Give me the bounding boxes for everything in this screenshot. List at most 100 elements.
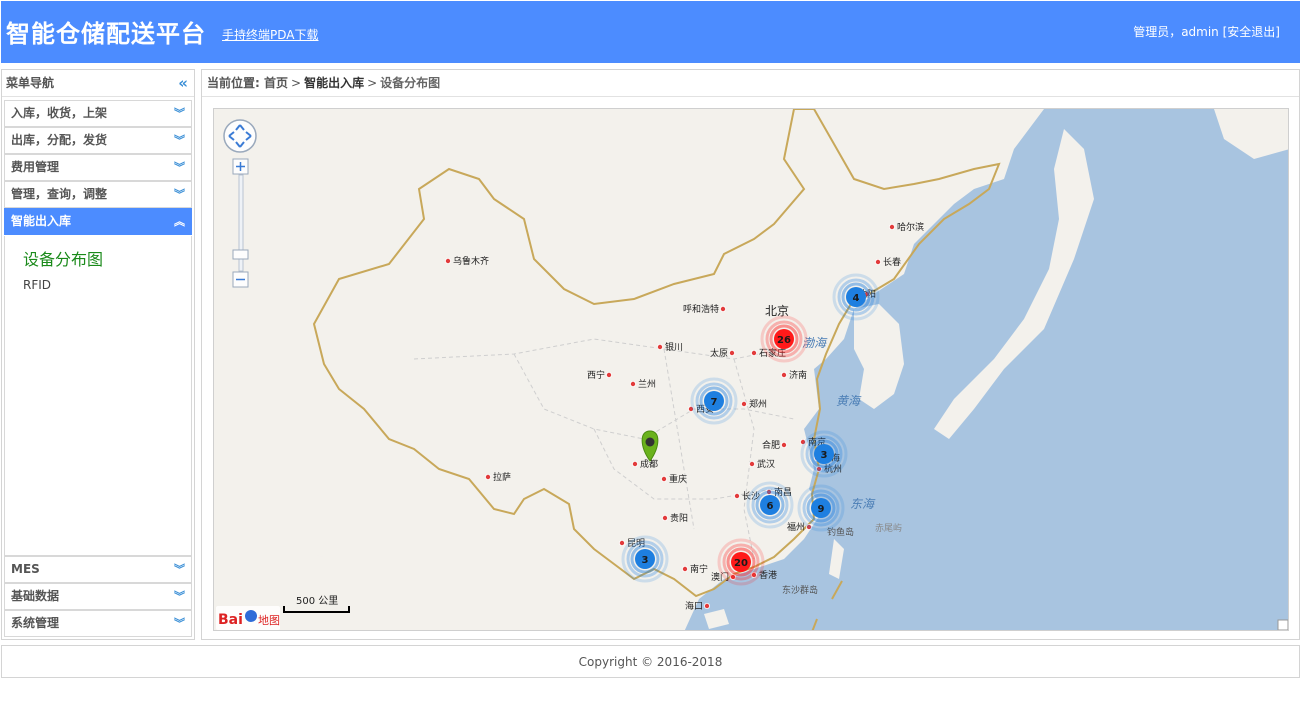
city-label: 哈尔滨 — [897, 221, 924, 233]
logout-link[interactable]: [安全退出] — [1223, 25, 1280, 39]
cluster-count: 3 — [821, 450, 828, 461]
city-dot — [444, 257, 451, 264]
nav-item-outbound[interactable]: 出库，分配，发货 ︾ — [4, 127, 192, 154]
chevron-down-icon: ︾ — [174, 617, 185, 630]
cluster-count: 20 — [734, 558, 748, 569]
app-title: 智能仓储配送平台 — [6, 20, 206, 48]
city-label: 银川 — [665, 341, 683, 353]
city-dot — [749, 460, 756, 467]
chevron-up-icon: ︽ — [174, 215, 185, 228]
baidu-logo: Bai 地图 — [216, 606, 280, 630]
breadcrumb: 当前位置: 首页 > 智能出入库 > 设备分布图 — [202, 70, 1299, 97]
cluster-count: 26 — [777, 335, 791, 346]
nav-item-mes[interactable]: MES ︾ — [4, 556, 192, 583]
nav-item-label: 智能出入库 — [11, 214, 72, 228]
city-label: 济南 — [789, 369, 807, 381]
city-label: 兰州 — [638, 378, 656, 390]
breadcrumb-section[interactable]: 智能出入库 — [304, 76, 364, 90]
city-label: 郑州 — [749, 398, 767, 410]
city-dot — [681, 565, 688, 572]
chevron-down-icon: ︾ — [174, 161, 185, 174]
nav-item-system[interactable]: 系统管理 ︾ — [4, 610, 192, 637]
map-zoom-in-button[interactable] — [232, 158, 249, 175]
breadcrumb-current: 设备分布图 — [380, 76, 441, 90]
city-label: 拉萨 — [493, 471, 511, 483]
submenu-item-rfid[interactable]: RFID — [23, 278, 51, 292]
city-dot — [781, 441, 788, 448]
nav-item-smart-inout[interactable]: 智能出入库 ︽ — [4, 208, 192, 235]
nav-item-label: 系统管理 — [11, 616, 60, 630]
city-label: 贵阳 — [670, 512, 688, 524]
nav-item-label: MES — [11, 562, 40, 576]
city-dot — [751, 349, 758, 356]
nav-item-basic-data[interactable]: 基础数据 ︾ — [4, 583, 192, 610]
logo-text: Bai — [218, 612, 243, 628]
city-label: 长春 — [883, 256, 901, 268]
user-name: 管理员，admin — [1133, 25, 1219, 39]
map-zoom-out-button[interactable] — [232, 271, 249, 288]
city-label: 福州 — [787, 521, 805, 533]
city-dot — [889, 224, 896, 231]
city-dot — [661, 514, 668, 521]
city-dot — [781, 371, 788, 378]
chevron-down-icon: ︾ — [174, 563, 185, 576]
city-dot — [875, 258, 882, 265]
cluster-count: 4 — [853, 293, 860, 304]
main-panel: 当前位置: 首页 > 智能出入库 > 设备分布图 渤海 黄海 东海 钓鱼岛 赤尾… — [201, 69, 1300, 640]
breadcrumb-prefix: 当前位置: — [207, 76, 260, 90]
copyright-text: Copyright © 2016-2018 — [578, 655, 723, 669]
chevron-down-icon: ︾ — [174, 188, 185, 201]
nav-item-label: 费用管理 — [11, 160, 60, 174]
map-container[interactable]: 渤海 黄海 东海 钓鱼岛 赤尾屿 东沙群岛 哈尔滨 长春 乌鲁木齐 呼和浩特 北京 银川石… — [213, 108, 1289, 631]
city-dot — [729, 349, 736, 356]
cluster-count: 6 — [767, 501, 774, 512]
nav-item-inbound[interactable]: 入库，收货，上架 ︾ — [4, 100, 192, 127]
chevron-down-icon: ︾ — [174, 107, 185, 120]
scale-label: 500 公里 — [296, 595, 338, 607]
city-dot — [660, 475, 667, 482]
chevron-down-icon: ︾ — [174, 134, 185, 147]
map-resize-icon[interactable] — [1277, 619, 1288, 630]
map-pan-control[interactable] — [223, 119, 257, 153]
nav-item-fees[interactable]: 费用管理 ︾ — [4, 154, 192, 181]
sidebar-title: 菜单导航 — [6, 76, 55, 90]
city-label: 西宁 — [587, 369, 605, 381]
island-label: 东沙群岛 — [782, 584, 818, 596]
footer: Copyright © 2016-2018 — [1, 645, 1300, 678]
header: 智能仓储配送平台 手持终端PDA下载 管理员，admin [安全退出] — [1, 1, 1300, 63]
chevron-down-icon: ︾ — [174, 590, 185, 603]
sidebar: 菜单导航 « 入库，收货，上架 ︾ 出库，分配，发货 ︾ 费用管理 ︾ 管理，查… — [1, 69, 195, 640]
city-label: 乌鲁木齐 — [453, 255, 489, 267]
submenu-item-device-map[interactable]: 设备分布图 — [23, 246, 103, 270]
city-dot — [605, 371, 612, 378]
sea-label: 黄海 — [836, 394, 862, 408]
nav-item-label: 出库，分配，发货 — [11, 133, 108, 147]
cluster-count: 9 — [818, 504, 825, 515]
city-dot — [484, 473, 491, 480]
sea-label: 东海 — [850, 497, 876, 511]
nav-item-label: 管理，查询，调整 — [11, 187, 108, 201]
city-dot — [631, 460, 638, 467]
city-label: 海口 — [685, 600, 703, 612]
nav-item-label: 入库，收货，上架 — [11, 106, 108, 120]
user-info: 管理员，admin [安全退出] — [1133, 23, 1280, 40]
sidebar-header: 菜单导航 « — [2, 70, 194, 97]
city-label: 南宁 — [690, 563, 708, 575]
city-label: 武汉 — [757, 458, 775, 470]
city-dot — [719, 305, 726, 312]
submenu-panel: 设备分布图 RFID — [4, 236, 192, 556]
city-label: 合肥 — [762, 439, 780, 451]
island-label: 赤尾屿 — [875, 523, 902, 534]
logo-suffix: 地图 — [258, 614, 280, 627]
breadcrumb-home[interactable]: 首页 — [264, 76, 288, 90]
baidu-map[interactable]: 渤海 黄海 东海 钓鱼岛 赤尾屿 东沙群岛 哈尔滨长春乌鲁木齐呼和浩特 北京银川石… — [214, 109, 1289, 631]
city-dot — [734, 492, 741, 499]
double-chevron-left-icon[interactable]: « — [178, 70, 188, 96]
map-zoom-handle[interactable] — [232, 249, 249, 260]
city-dot — [741, 400, 748, 407]
city-dot — [629, 380, 636, 387]
nav-item-label: 基础数据 — [11, 589, 60, 603]
nav-item-manage[interactable]: 管理，查询，调整 ︾ — [4, 181, 192, 208]
city-dot — [656, 343, 663, 350]
pda-download-link[interactable]: 手持终端PDA下载 — [222, 26, 318, 43]
